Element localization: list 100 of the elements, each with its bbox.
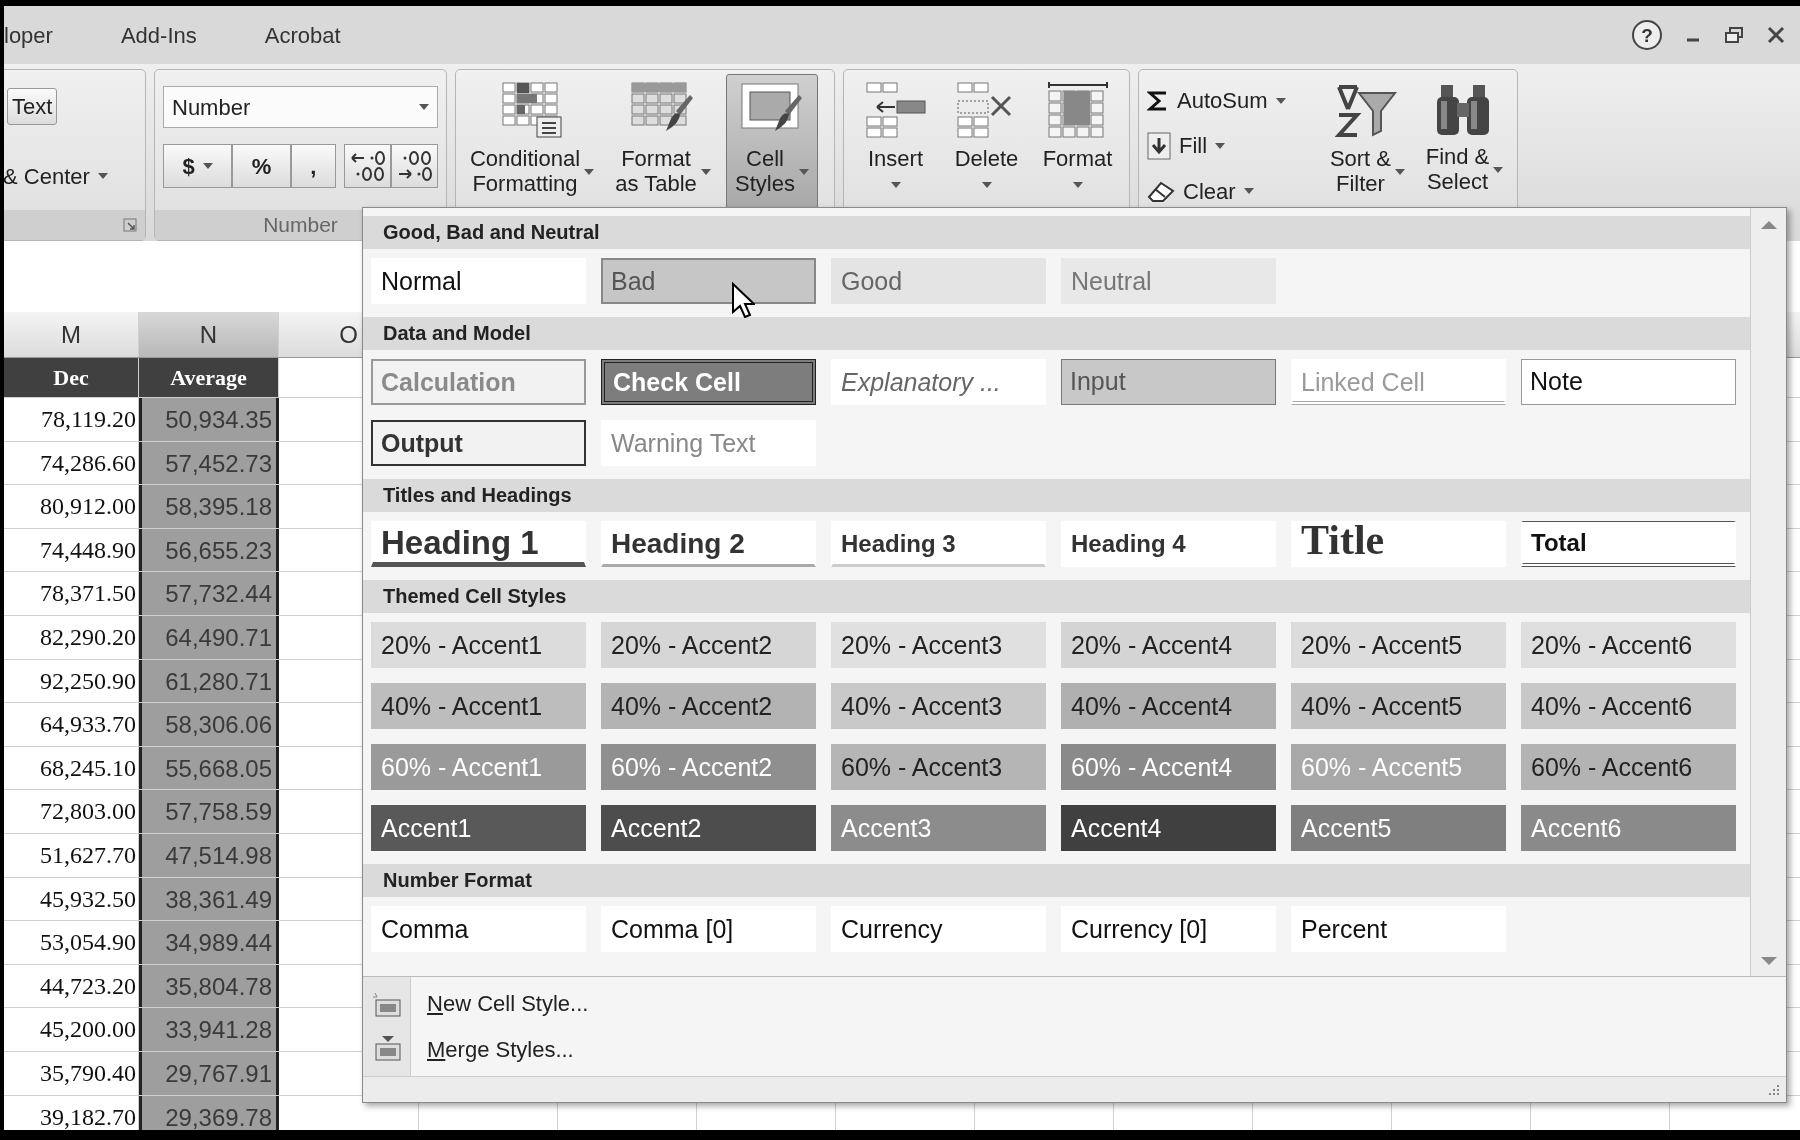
cell-style-option[interactable]: Heading 3 [831,521,1046,567]
ribbon-button[interactable]: Clear [1147,174,1315,208]
cell-style-option[interactable]: Check Cell [601,359,816,405]
cell-style-option[interactable]: Accent2 [601,805,816,851]
ribbon-button[interactable]: AutoSum [1147,84,1315,118]
section-header: Themed Cell Styles [363,580,1751,613]
dropdown-value: Number [172,93,251,122]
ribbon-button[interactable]: Cell Styles [726,74,818,210]
ribbon-button[interactable]: Insert [852,74,939,210]
ribbon-button[interactable]: Delete [943,74,1030,210]
cell-style-option[interactable]: Warning Text [601,420,816,466]
cell-style-option[interactable]: Note [1521,359,1736,405]
cell-style-option[interactable]: 60% - Accent6 [1521,744,1736,790]
cell-style-option[interactable]: Heading 4 [1061,521,1276,567]
ribbon-tab[interactable]: loper [4,18,53,52]
cell-style-option[interactable]: 20% - Accent6 [1521,622,1736,668]
scroll-up-icon[interactable] [1759,220,1778,230]
table-cell: 57,758.59 [139,790,279,833]
menu-item[interactable]: New Cell Style... [427,987,589,1021]
table-cell: 58,395.18 [139,485,279,528]
cell-style-option[interactable]: Good [831,258,1046,304]
ribbon-button[interactable]: Conditional Formatting [464,74,600,210]
table-cell: 47,514.98 [139,833,279,877]
cell-style-option[interactable]: 40% - Accent1 [371,683,586,729]
cell-style-option[interactable]: Neutral [1061,258,1276,304]
table-cell: 50,934.35 [139,398,279,441]
header-cell: Dec [4,358,139,397]
cell-style-option[interactable]: Currency [831,906,1046,952]
eraser-icon [1147,179,1175,204]
table-cell: 34,989.44 [139,921,279,964]
cell-style-option[interactable]: 60% - Accent3 [831,744,1046,790]
table-cell: 56,655.23 [139,528,279,572]
table-cell: 57,732.44 [139,572,279,615]
caret-icon [419,104,429,110]
cell-style-option[interactable]: Accent5 [1291,805,1506,851]
cell-style-option[interactable]: 20% - Accent2 [601,622,816,668]
table-cell: 35,804.78 [139,964,279,1008]
table-cell: 38,361.49 [139,877,279,921]
section-header: Number Format [363,864,1751,897]
section-header: Good, Bad and Neutral [363,216,1751,249]
merge-center-button[interactable]: & Center [4,159,145,193]
cell-style-option[interactable]: Output [371,420,586,466]
wrap-text-button[interactable]: Text [7,87,58,125]
cursor-icon [731,282,755,318]
number-format-button[interactable]: $ [163,144,233,188]
cell-style-option[interactable]: Comma [371,906,586,952]
table-cell: 29,767.91 [139,1051,279,1095]
decrease-decimal-icon[interactable] [396,150,433,182]
fill-down-icon [1147,132,1171,160]
conditional-formatting-icon [499,81,565,141]
cell-style-option[interactable]: Heading 1 [371,521,586,567]
ribbon-tab[interactable]: Acrobat [264,18,341,52]
table-cell: 55,668.05 [139,746,279,790]
cell-style-option[interactable]: Comma [0] [601,906,816,952]
cell-style-option[interactable]: Normal [371,258,586,304]
cell-style-option[interactable]: Currency [0] [1061,906,1276,952]
ribbon-button[interactable]: Sort & Filter [1322,74,1412,214]
number-format-button[interactable]: % [232,144,291,188]
cell-style-option[interactable]: 40% - Accent6 [1521,683,1736,729]
column-header[interactable]: N [139,312,279,357]
table-cell: 29,369.78 [139,1095,279,1130]
close-icon[interactable] [1766,25,1786,45]
cell-style-option[interactable]: Input [1061,359,1276,405]
section-header: Data and Model [363,317,1751,350]
menu-item[interactable]: Merge Styles... [427,1032,589,1066]
cell-style-option[interactable]: 20% - Accent1 [371,622,586,668]
restore-icon[interactable] [1724,26,1744,44]
cell-style-option[interactable]: Explanatory ... [831,359,1046,405]
cell-style-option[interactable]: 40% - Accent2 [601,683,816,729]
scroll-down-icon[interactable] [1759,956,1778,966]
table-cell: 61,280.71 [139,659,279,703]
ribbon-tab[interactable]: Add-Ins [120,18,197,52]
cell-style-option[interactable]: Total [1521,521,1736,567]
cell-style-option[interactable]: 20% - Accent5 [1291,622,1506,668]
section-header: Titles and Headings [363,479,1751,512]
help-button[interactable]: ? [1632,20,1662,50]
ribbon-button[interactable]: Format [1034,74,1121,210]
cell-style-option[interactable]: Heading 2 [601,521,816,567]
cell-style-option[interactable]: 40% - Accent5 [1291,683,1506,729]
number-format-dropdown[interactable]: Number [163,86,438,128]
table-cell: 58,306.06 [139,703,279,746]
cell-style-option[interactable]: 20% - Accent4 [1061,622,1276,668]
cell-style-option[interactable]: 40% - Accent3 [831,683,1046,729]
cell-style-option[interactable]: Percent [1291,906,1506,952]
cell-style-option[interactable]: Accent1 [371,805,586,851]
dialog-launcher-icon[interactable] [123,218,137,232]
increase-decimal-icon[interactable] [349,150,386,182]
number-format-button[interactable]: , [290,144,336,188]
resize-grip-icon[interactable] [1768,1083,1780,1096]
table-cell: 64,490.71 [139,615,279,659]
table-cell: 57,452.73 [139,441,279,485]
header-cell: Average [139,358,279,397]
table-cell: 33,941.28 [139,1008,279,1051]
cell-style-option[interactable]: 40% - Accent4 [1061,683,1276,729]
cell-style-option[interactable]: 20% - Accent3 [831,622,1046,668]
cell-style-option[interactable]: Title [1291,521,1506,567]
sigma-icon [1147,89,1169,112]
cell-style-option[interactable]: Accent4 [1061,805,1276,851]
ribbon-button[interactable]: Format as Table [604,74,722,210]
ribbon-button[interactable]: Fill [1147,129,1315,163]
